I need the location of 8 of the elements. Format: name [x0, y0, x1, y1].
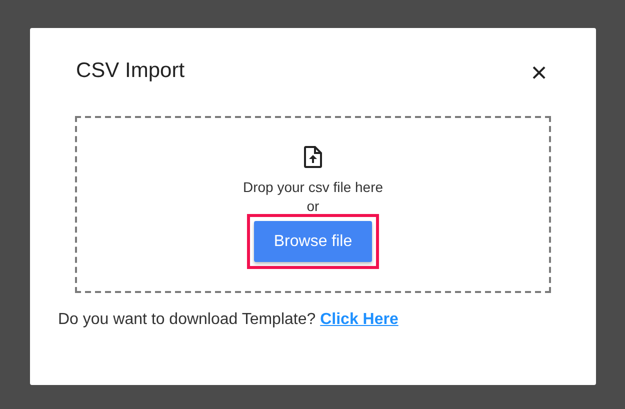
template-prompt: Do you want to download Template?	[58, 311, 316, 328]
file-upload-icon	[304, 146, 322, 168]
dialog-title: CSV Import	[76, 58, 185, 84]
browse-button[interactable]: Browse file	[254, 221, 372, 262]
drop-zone[interactable]: Drop your csv file here or Browse file	[75, 116, 551, 293]
separator-text: or	[306, 198, 320, 214]
drop-instruction: Drop your csv file here	[242, 178, 384, 197]
close-button[interactable]: ×	[528, 62, 550, 84]
